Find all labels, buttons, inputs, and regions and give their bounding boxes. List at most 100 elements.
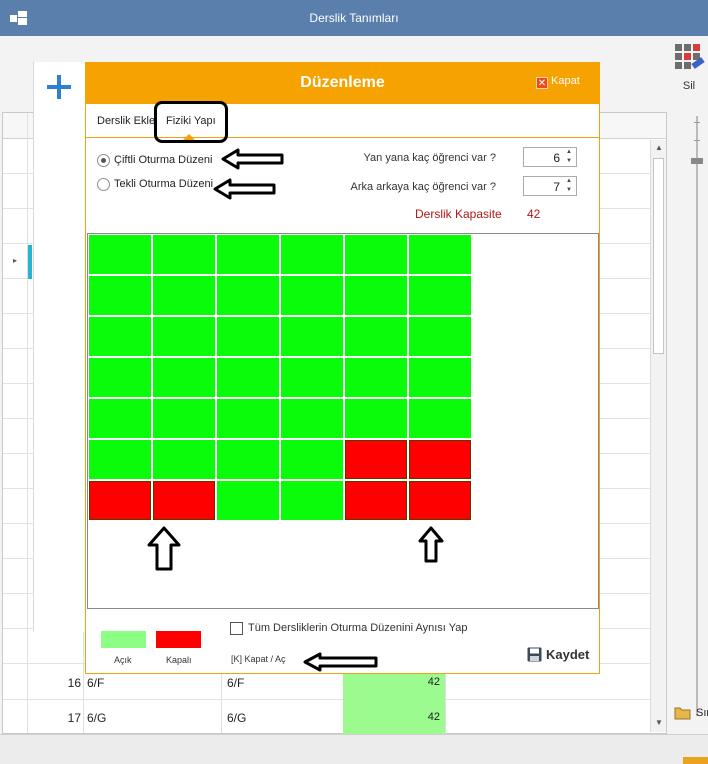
seat-open[interactable] — [345, 235, 407, 274]
delete-button-label: Sil — [682, 80, 696, 92]
shortcut-hint: [K] Kapat / Aç — [231, 654, 286, 664]
side-by-side-label: Yan yana kaç öğrenci var ? — [363, 152, 496, 164]
seat-grid — [89, 235, 471, 520]
arrow-left-annotation-icon — [213, 178, 276, 200]
row-number: 17 — [67, 711, 81, 725]
seat-open[interactable] — [153, 399, 215, 438]
delete-icon — [675, 44, 705, 69]
seat-open[interactable] — [89, 235, 151, 274]
seat-open[interactable] — [345, 399, 407, 438]
seat-open[interactable] — [217, 317, 279, 356]
table-row[interactable]: 17 6/G 6/G 42 — [3, 700, 651, 735]
seat-open[interactable] — [281, 235, 343, 274]
stepper-down-icon[interactable]: ▼ — [564, 186, 574, 195]
seat-closed[interactable] — [153, 481, 215, 520]
seat-open[interactable] — [409, 399, 471, 438]
seat-open[interactable] — [89, 399, 151, 438]
seat-open[interactable] — [281, 276, 343, 315]
seat-open[interactable] — [217, 358, 279, 397]
seat-open[interactable] — [217, 440, 279, 479]
tab-derslik-ekle[interactable]: Derslik Ekle — [97, 115, 155, 127]
seat-open[interactable] — [345, 317, 407, 356]
seat-open[interactable] — [217, 235, 279, 274]
seat-open[interactable] — [345, 358, 407, 397]
seat-open[interactable] — [89, 317, 151, 356]
right-panel — [669, 112, 708, 734]
seat-open[interactable] — [89, 358, 151, 397]
seat-closed[interactable] — [409, 481, 471, 520]
front-to-back-value[interactable]: 7 — [553, 180, 560, 194]
side-by-side-value[interactable]: 6 — [553, 151, 560, 165]
seat-open[interactable] — [281, 481, 343, 520]
cell-name: 6/G — [227, 711, 247, 725]
seat-layout-area — [87, 233, 599, 609]
seat-open[interactable] — [217, 276, 279, 315]
scroll-up-icon[interactable]: ▲ — [651, 143, 667, 152]
seat-closed[interactable] — [345, 440, 407, 479]
seat-open[interactable] — [89, 276, 151, 315]
arrow-up-annotation-icon — [418, 526, 444, 563]
dialog-header: Düzenleme ✕ Kapat — [86, 63, 599, 104]
seat-open[interactable] — [409, 317, 471, 356]
row-indicator-icon: ▸ — [13, 256, 18, 265]
arrow-left-annotation-icon — [221, 148, 284, 170]
seat-open[interactable] — [409, 276, 471, 315]
stepper-up-icon[interactable]: ▲ — [564, 177, 574, 186]
radio-tekli-label[interactable]: Tekli Oturma Düzeni — [114, 178, 213, 190]
seat-closed[interactable] — [345, 481, 407, 520]
same-layout-checkbox-label[interactable]: Tüm Dersliklerin Oturma Düzenini Aynısı … — [248, 622, 467, 634]
seat-open[interactable] — [217, 481, 279, 520]
zoom-slider-handle[interactable] — [691, 158, 703, 164]
seat-closed[interactable] — [409, 440, 471, 479]
radio-ciftli[interactable] — [97, 154, 110, 167]
seat-open[interactable] — [345, 276, 407, 315]
seat-open[interactable] — [281, 317, 343, 356]
zoom-slider-track[interactable] — [696, 116, 698, 716]
scrollbar-thumb[interactable] — [653, 158, 664, 354]
seat-open[interactable] — [153, 276, 215, 315]
seat-open[interactable] — [409, 358, 471, 397]
seat-open[interactable] — [153, 440, 215, 479]
radio-ciftli-label[interactable]: Çiftli Oturma Düzeni — [114, 154, 212, 166]
seat-open[interactable] — [153, 358, 215, 397]
arrow-up-annotation-icon — [147, 526, 181, 571]
selected-row-accent — [28, 245, 32, 279]
edit-dialog: Düzenleme ✕ Kapat Derslik Ekle Fiziki Yap… — [85, 62, 600, 674]
seat-open[interactable] — [153, 317, 215, 356]
seat-open[interactable] — [281, 399, 343, 438]
side-by-side-stepper[interactable]: 6 ▲ ▼ — [523, 147, 577, 167]
cell-name: 6/F — [227, 676, 245, 690]
slider-tick — [694, 140, 700, 141]
legend-closed-label: Kapalı — [166, 655, 192, 665]
arrow-left-annotation-icon — [303, 652, 378, 672]
seat-open[interactable] — [89, 440, 151, 479]
close-icon: ✕ — [536, 77, 548, 89]
seat-open[interactable] — [281, 440, 343, 479]
seat-open[interactable] — [217, 399, 279, 438]
same-layout-checkbox[interactable] — [230, 622, 243, 635]
legend-open-label: Açık — [114, 655, 132, 665]
folder-icon — [674, 707, 691, 720]
scroll-down-icon[interactable]: ▼ — [651, 718, 667, 727]
seat-open[interactable] — [409, 235, 471, 274]
stepper-down-icon[interactable]: ▼ — [564, 157, 574, 166]
slider-tick — [694, 122, 700, 123]
add-icon[interactable] — [46, 74, 72, 100]
open-folder-button[interactable]: Sır — [672, 704, 708, 724]
seat-open[interactable] — [281, 358, 343, 397]
close-button[interactable]: ✕ Kapat — [536, 75, 580, 93]
delete-button[interactable]: Sil — [670, 42, 708, 96]
dialog-title: Düzenleme — [300, 74, 385, 91]
seat-closed[interactable] — [89, 481, 151, 520]
stepper-up-icon[interactable]: ▲ — [564, 148, 574, 157]
seat-open[interactable] — [153, 235, 215, 274]
grid-vertical-scrollbar[interactable]: ▲ ▼ — [650, 140, 666, 732]
add-panel — [33, 62, 85, 632]
radio-tekli[interactable] — [97, 178, 110, 191]
cell-code: 6/F — [87, 676, 105, 690]
close-button-label: Kapat — [551, 75, 580, 87]
status-accent — [683, 757, 708, 764]
row-number: 16 — [67, 676, 81, 690]
legend-closed-swatch — [156, 631, 201, 648]
front-to-back-stepper[interactable]: 7 ▲ ▼ — [523, 176, 577, 196]
